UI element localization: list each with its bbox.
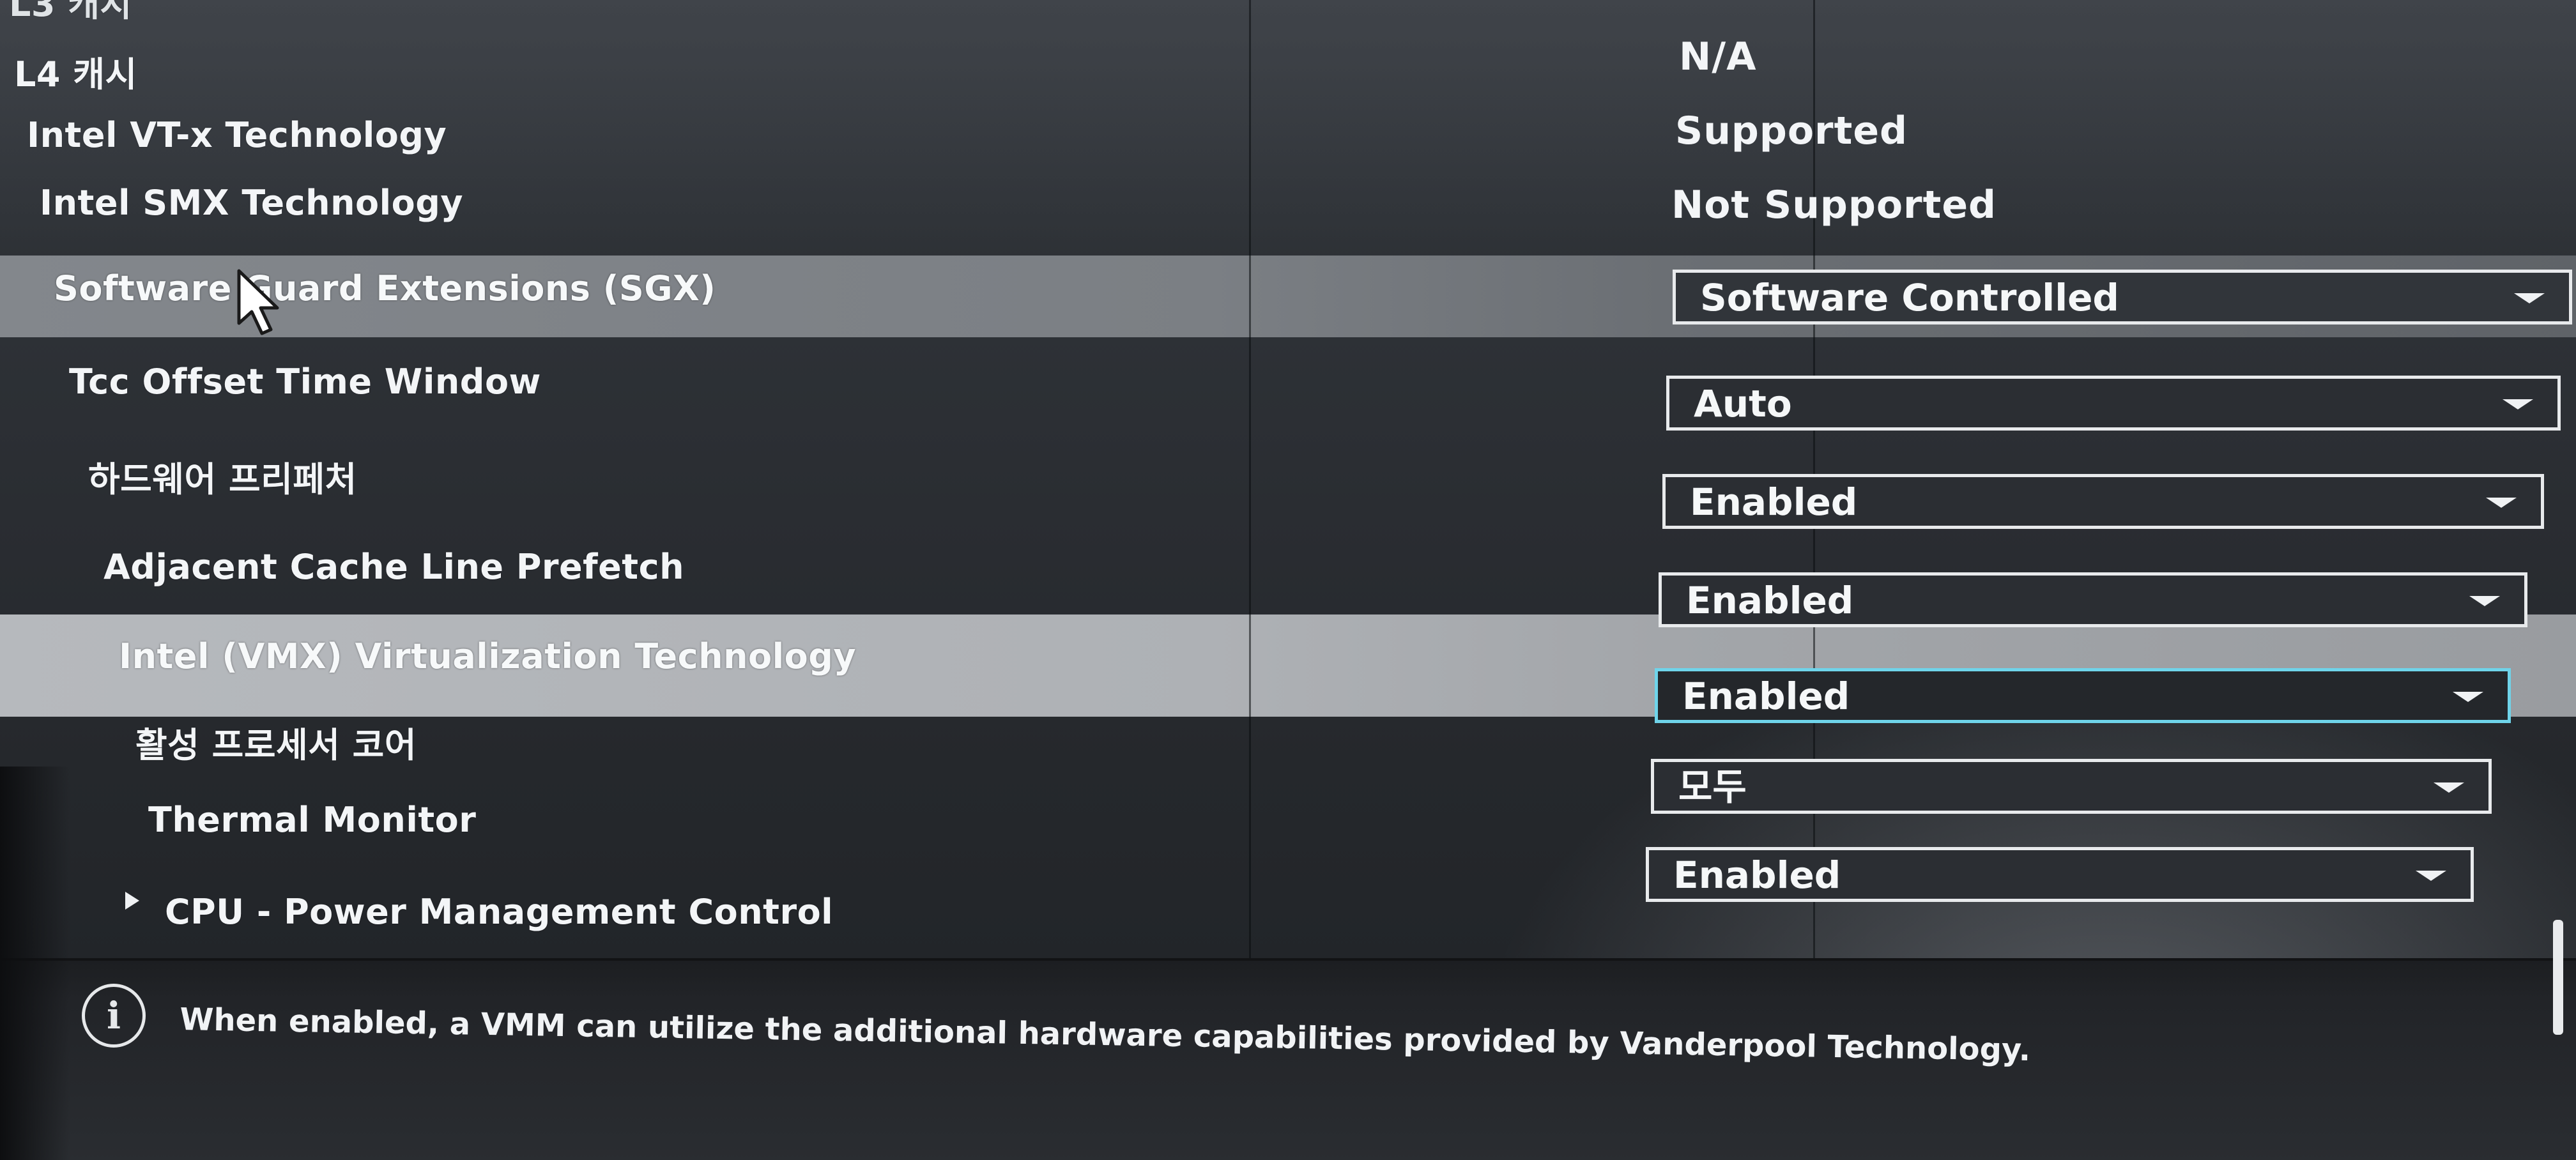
thermal-monitor-label[interactable]: Thermal Monitor [148,800,476,840]
scrollbar-thumb[interactable] [2553,920,2563,1035]
thermal-monitor-dropdown[interactable]: Enabled [1646,847,2474,902]
active-processor-cores-dropdown[interactable]: 모두 [1651,759,2492,814]
hardware-prefetcher-dropdown[interactable]: Enabled [1662,474,2544,529]
bezel-shadow [0,767,70,1160]
smx-value: Not Supported [1671,183,1997,227]
tcc-offset-label[interactable]: Tcc Offset Time Window [69,362,541,402]
chevron-down-icon [2416,871,2446,881]
chevron-down-icon [2434,782,2464,793]
submenu-arrow-icon [125,892,139,910]
sgx-dropdown[interactable]: Software Controlled [1673,270,2572,324]
active-processor-cores-dropdown-value: 모두 [1678,765,1747,809]
l4-cache-label: L4 캐시 [14,54,137,95]
cpu-power-management-control-link[interactable]: CPU - Power Management Control [165,892,833,932]
hardware-prefetcher-label[interactable]: 하드웨어 프리페처 [88,451,357,501]
help-bar [0,958,2576,1160]
hardware-prefetcher-dropdown-value: Enabled [1690,480,1858,524]
sgx-dropdown-value: Software Controlled [1700,276,2119,319]
chevron-down-icon [2514,293,2545,303]
column-divider [1249,0,1251,958]
sgx-label[interactable]: Software Guard Extensions (SGX) [54,268,716,309]
vmx-virtualization-label[interactable]: Intel (VMX) Virtualization Technology [119,636,856,676]
vmx-virtualization-dropdown-value: Enabled [1682,675,1850,718]
tcc-offset-dropdown[interactable]: Auto [1666,376,2561,431]
chevron-down-icon [2469,596,2500,606]
adjacent-cache-line-prefetch-dropdown[interactable]: Enabled [1659,572,2527,627]
l4-cache-value: N/A [1679,34,1757,79]
vtx-label: Intel VT-x Technology [27,115,447,155]
mouse-pointer-icon [237,269,279,335]
active-processor-cores-label[interactable]: 활성 프로세서 코어 [135,717,417,767]
adjacent-cache-line-prefetch-label[interactable]: Adjacent Cache Line Prefetch [103,547,684,587]
bios-advanced-cpu-screen: L3 캐시 L4 캐시 N/A Intel VT-x Technology Su… [0,0,2576,1160]
chevron-down-icon [2453,692,2483,702]
tcc-offset-dropdown-value: Auto [1694,382,1792,425]
l3-cache-label: L3 캐시 [9,0,132,24]
thermal-monitor-dropdown-value: Enabled [1673,853,1841,897]
vmx-virtualization-dropdown[interactable]: Enabled [1655,668,2511,723]
chevron-down-icon [2486,498,2517,508]
smx-label: Intel SMX Technology [40,183,464,223]
info-icon: i [82,984,146,1048]
adjacent-cache-line-prefetch-dropdown-value: Enabled [1686,579,1854,622]
chevron-down-icon [2503,399,2533,409]
vtx-value: Supported [1675,109,1908,153]
